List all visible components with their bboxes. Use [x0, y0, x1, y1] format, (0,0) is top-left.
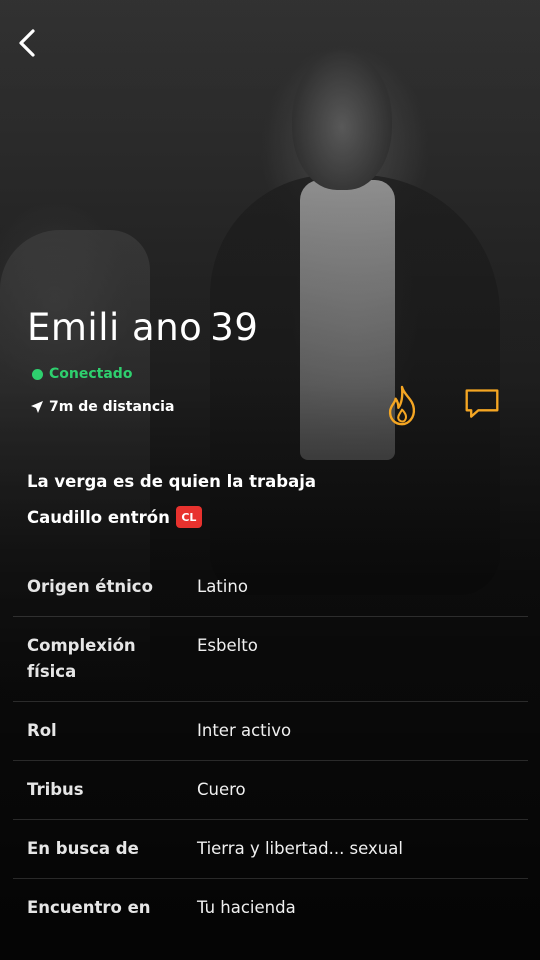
chat-button[interactable] [460, 384, 504, 424]
back-button[interactable] [10, 26, 44, 60]
detail-label: Tribus [27, 780, 84, 799]
detail-value: Inter activo [197, 721, 292, 740]
detail-row-body-type: Complexión física Esbelto [13, 617, 528, 702]
detail-label: Encuentro en [27, 898, 151, 917]
tap-button[interactable] [380, 382, 424, 430]
distance-info: 7m de distancia [30, 399, 174, 415]
display-name: Emili ano [27, 306, 203, 349]
back-arrow-icon [19, 29, 35, 57]
detail-row-position: Rol Inter activo [13, 702, 528, 761]
detail-label: Complexión física [27, 636, 136, 681]
detail-value: Cuero [197, 780, 246, 799]
detail-row-tribes: Tribus Cuero [13, 761, 528, 820]
detail-label: Rol [27, 721, 57, 740]
online-status: Conectado [32, 366, 132, 382]
online-dot-icon [32, 368, 43, 380]
detail-row-meet-at: Encuentro en Tu hacienda [13, 879, 528, 937]
location-arrow-icon [31, 401, 43, 413]
detail-value: Tierra y libertad... sexual [197, 839, 403, 858]
cl-badge: CL [175, 506, 202, 528]
about-text: Caudillo entrón [27, 507, 170, 527]
profile-about: Caudillo entrón CL [27, 506, 202, 528]
detail-label: En busca de [27, 839, 139, 858]
profile-headline: La verga es de quien la trabaja [27, 472, 316, 491]
detail-value: Latino [197, 577, 248, 596]
flame-icon [388, 385, 416, 426]
chat-bubble-icon [465, 389, 499, 418]
online-status-label: Conectado [49, 366, 133, 382]
profile-details: Origen étnico Latino Complexión física E… [13, 558, 528, 937]
detail-label: Origen étnico [27, 577, 153, 596]
detail-row-ethnicity: Origen étnico Latino [13, 558, 528, 617]
detail-value: Tu hacienda [197, 898, 296, 917]
profile-name: Emili ano 39 [27, 306, 258, 349]
profile-age: 39 [210, 306, 259, 349]
detail-value: Esbelto [197, 636, 258, 655]
detail-row-looking-for: En busca de Tierra y libertad... sexual [13, 820, 528, 879]
distance-label: 7m de distancia [49, 399, 175, 415]
